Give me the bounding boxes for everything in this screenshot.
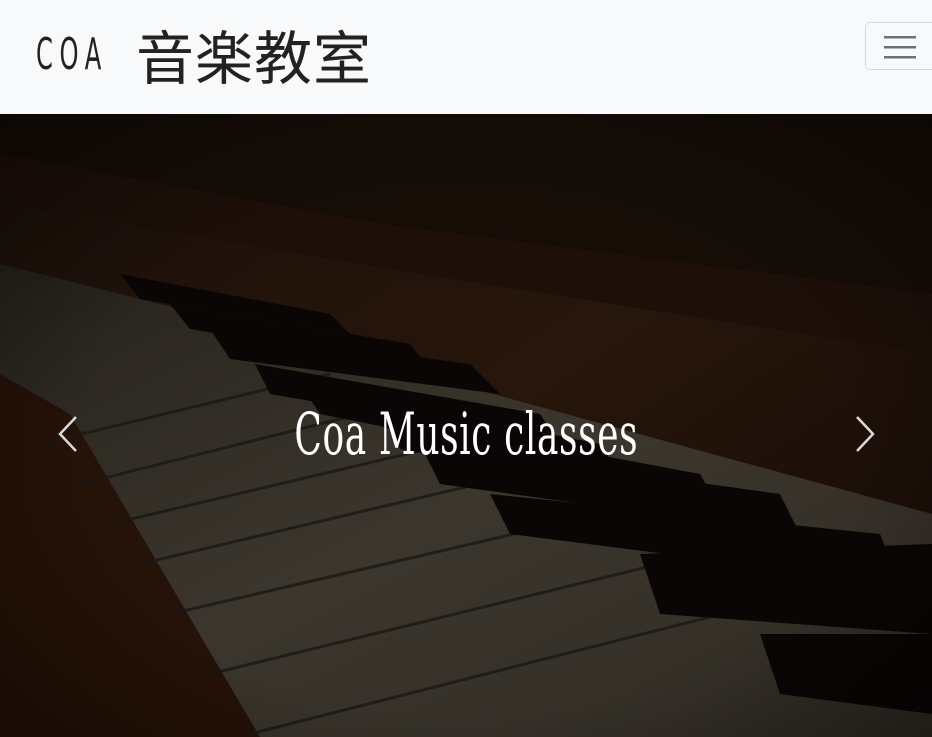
slide-caption: Coa Music classes [0,394,932,474]
brand-logo[interactable]: COA 音楽教室 [36,14,372,94]
brand-latin-text: COA [36,28,108,80]
slide-caption-text: Coa Music classes [294,400,638,468]
carousel-prev-button[interactable] [48,409,88,459]
brand-japanese-text: 音楽教室 [136,25,373,93]
carousel-next-button[interactable] [845,409,885,459]
hamburger-icon [884,36,916,59]
chevron-left-icon [58,416,77,452]
hero-carousel: Coa Music classes [0,114,932,737]
chevron-right-icon [856,416,875,452]
navbar-toggle-button[interactable] [865,22,932,70]
navbar: COA 音楽教室 [0,0,932,114]
